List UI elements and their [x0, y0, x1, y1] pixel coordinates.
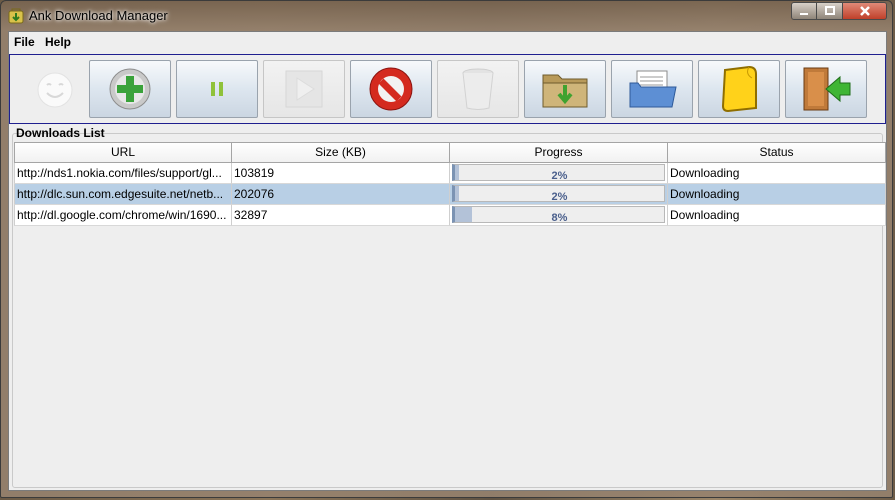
- url-cell: http://dlc.sun.com.edgesuite.net/netb...: [14, 184, 232, 205]
- cancel-button[interactable]: [350, 60, 432, 118]
- progress-text: 8%: [551, 212, 568, 224]
- cancel-icon: [369, 67, 413, 111]
- clear-button[interactable]: [437, 60, 519, 118]
- column-header-url[interactable]: URL: [14, 142, 232, 163]
- clear-icon: [462, 68, 494, 110]
- add-download-icon: [109, 68, 151, 110]
- menu-help[interactable]: Help: [45, 35, 71, 49]
- progress-text: 2%: [551, 170, 568, 182]
- progress-text: 2%: [551, 191, 568, 203]
- url-cell: http://nds1.nokia.com/files/support/gl..…: [14, 163, 232, 184]
- add-download-button[interactable]: [89, 60, 171, 118]
- progress-cell: 2%: [450, 184, 668, 205]
- minimize-icon: [800, 13, 808, 15]
- smiley-icon: [37, 72, 73, 108]
- downloads-list-title: Downloads List: [16, 126, 105, 140]
- progress-cell: 2%: [450, 163, 668, 184]
- app-window: Ank Download Manager File Help Downloads…: [0, 0, 893, 498]
- window-title: Ank Download Manager: [29, 8, 168, 23]
- status-cell: Downloading: [668, 184, 886, 205]
- menu-help-label: Help: [45, 35, 72, 49]
- column-header-size[interactable]: Size (KB): [232, 142, 450, 163]
- table-header: URL Size (KB) Progress Status: [14, 142, 886, 163]
- minimize-button[interactable]: [791, 2, 817, 20]
- pause-button[interactable]: [176, 60, 258, 118]
- table-row[interactable]: http://nds1.nokia.com/files/support/gl..…: [14, 163, 886, 184]
- size-cell: 32897: [232, 205, 450, 226]
- size-cell: 202076: [232, 184, 450, 205]
- maximize-icon: [824, 6, 835, 15]
- close-button[interactable]: [843, 2, 887, 20]
- progress-bar: 2%: [452, 185, 665, 203]
- maximize-button[interactable]: [817, 2, 843, 20]
- open-folder-button[interactable]: [611, 60, 693, 118]
- progress-bar: 2%: [452, 164, 665, 182]
- open-download-folder-button[interactable]: [524, 60, 606, 118]
- note-button[interactable]: [698, 60, 780, 118]
- resume-icon: [285, 70, 323, 108]
- exit-button[interactable]: [785, 60, 867, 118]
- exit-icon: [803, 67, 851, 111]
- table-row[interactable]: http://dl.google.com/chrome/win/1690... …: [14, 205, 886, 226]
- status-cell: Downloading: [668, 205, 886, 226]
- open-folder-icon: [629, 70, 677, 108]
- downloads-table: URL Size (KB) Progress Status http://nds…: [14, 142, 886, 226]
- title-bar[interactable]: Ank Download Manager: [1, 1, 894, 31]
- resume-button[interactable]: [263, 60, 345, 118]
- progress-cell: 8%: [450, 205, 668, 226]
- column-header-progress[interactable]: Progress: [450, 142, 668, 163]
- client-area: File Help Downloads List URL Size (KB) P…: [8, 31, 887, 491]
- pause-icon: [211, 82, 223, 96]
- url-cell: http://dl.google.com/chrome/win/1690...: [14, 205, 232, 226]
- note-icon: [721, 65, 757, 113]
- menu-file[interactable]: File: [14, 35, 35, 49]
- status-cell: Downloading: [668, 163, 886, 184]
- menu-file-label: File: [14, 35, 35, 49]
- menu-bar: File Help: [9, 32, 886, 53]
- close-icon: [859, 6, 870, 16]
- app-icon: [8, 8, 24, 24]
- column-header-status[interactable]: Status: [668, 142, 886, 163]
- progress-bar: 8%: [452, 206, 665, 224]
- toolbar: [9, 54, 886, 124]
- table-row[interactable]: http://dlc.sun.com.edgesuite.net/netb...…: [14, 184, 886, 205]
- open-download-folder-icon: [542, 74, 588, 108]
- size-cell: 103819: [232, 163, 450, 184]
